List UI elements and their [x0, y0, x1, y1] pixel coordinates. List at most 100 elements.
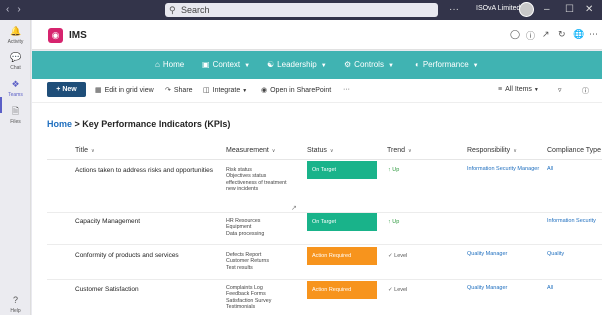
trend-level: ✓ Level: [388, 253, 408, 259]
org-name: ISOvA Limited: [476, 5, 521, 12]
column-header-compliance-type[interactable]: Compliance Type∨: [547, 147, 602, 154]
trend-level: ✓ Level: [388, 287, 408, 293]
chart-icon: ◐: [415, 60, 420, 69]
integrate-icon: ◫: [203, 87, 210, 94]
row-measurement: Defects Report Customer Returns Test res…: [226, 252, 269, 271]
file-icon: 🗎: [11, 106, 20, 116]
share-button[interactable]: ↷ Share: [165, 86, 193, 94]
row-title[interactable]: Actions taken to address risks and oppor…: [75, 167, 213, 174]
rail-item-chat[interactable]: 💬 Chat: [0, 52, 31, 71]
status-badge: Action Required: [307, 281, 377, 299]
nav-item-performance[interactable]: ◐ Performance ▼: [415, 60, 479, 69]
column-header-responsibility[interactable]: Responsibility ∨: [467, 147, 517, 154]
responsibility-link[interactable]: Quality Manager: [467, 251, 507, 257]
chevron-down-icon: ▼: [320, 63, 327, 69]
row-measurement: Complaints Log Feedback Forms Satisfacti…: [226, 285, 272, 311]
nav-item-controls[interactable]: ⚙ Controls ▼: [344, 60, 394, 69]
more-commands-icon[interactable]: ···: [343, 86, 350, 93]
handshake-icon: ☯: [267, 60, 275, 69]
chevron-down-icon: ▼: [242, 88, 248, 94]
compliance-link[interactable]: Quality: [547, 251, 564, 257]
search-placeholder: Search: [181, 5, 210, 15]
compliance-link[interactable]: All: [547, 285, 553, 291]
chevron-down-icon: ∨: [408, 148, 412, 154]
pop-out-icon[interactable]: ↗: [542, 29, 550, 40]
app-header: ◉ IMS ◯ ⓘ ↗ ↻ 🌐 ⋯: [32, 20, 602, 50]
back-forward-arrows[interactable]: ‹›: [6, 4, 29, 15]
chat-icon: 💬: [10, 52, 22, 62]
rail-item-help[interactable]: ? Help: [0, 295, 31, 314]
sharepoint-icon: ◉: [261, 87, 268, 94]
grid-icon: ▦: [95, 87, 102, 94]
column-header-title[interactable]: Title ∨: [75, 147, 95, 154]
page-title: Key Performance Indicators (KPIs): [82, 119, 231, 129]
new-button[interactable]: + New: [47, 82, 86, 97]
open-sharepoint-button[interactable]: ◉ Open in SharePoint: [261, 86, 331, 94]
info-icon[interactable]: ⓘ: [526, 29, 535, 42]
compliance-link[interactable]: All: [547, 166, 553, 172]
status-badge: Action Required: [307, 247, 377, 265]
view-selector[interactable]: ≡ All Items ▼: [498, 86, 539, 93]
row-title[interactable]: Conformity of products and services: [75, 252, 179, 259]
info-icon[interactable]: ⓘ: [582, 86, 589, 96]
integrate-button[interactable]: ◫ Integrate ▼: [203, 86, 247, 94]
more-options-icon[interactable]: ⋯: [589, 29, 598, 40]
cogs-icon: ⚙: [344, 60, 352, 69]
teams-icon: ❖: [11, 79, 20, 89]
row-divider: [47, 279, 602, 280]
breadcrumb: Home > Key Performance Indicators (KPIs): [47, 119, 231, 129]
app-rail: 🔔 Activity 💬 Chat ❖ Teams 🗎 Files ? Help: [0, 20, 31, 315]
refresh-icon[interactable]: ↻: [558, 29, 566, 40]
chevron-down-icon: ∨: [90, 148, 95, 154]
open-item-icon[interactable]: ↗: [291, 204, 297, 212]
chevron-down-icon: ∨: [513, 148, 517, 154]
command-bar: + New ▦ Edit in grid view ↷ Share ◫ Integra…: [32, 79, 602, 103]
close-icon[interactable]: ✕: [585, 4, 593, 15]
filter-icon[interactable]: ▿: [558, 86, 562, 94]
chat-bubble-icon[interactable]: ◯: [510, 29, 520, 40]
chevron-down-icon: ∨: [329, 148, 334, 154]
more-options-icon[interactable]: ···: [449, 4, 459, 15]
globe-icon[interactable]: 🌐: [573, 29, 584, 40]
compliance-link[interactable]: Information Security: [547, 218, 596, 224]
list-icon: ≡: [498, 86, 503, 93]
arrow-up-icon: ↑: [388, 219, 391, 225]
check-icon: ✓: [388, 287, 393, 293]
responsibility-link[interactable]: Quality Manager: [467, 285, 507, 291]
rail-item-files[interactable]: 🗎 Files: [0, 106, 31, 125]
column-header-trend[interactable]: Trend ∨: [387, 147, 412, 154]
minimize-icon[interactable]: –: [544, 4, 550, 15]
app-logo-icon: ◉: [48, 28, 63, 43]
column-header-measurement[interactable]: Measurement ∨: [226, 147, 275, 154]
chevron-down-icon: ∨: [271, 148, 276, 154]
status-badge: On Target: [307, 161, 377, 179]
app-title: IMS: [69, 30, 87, 41]
rail-item-activity[interactable]: 🔔 Activity: [0, 26, 31, 45]
share-icon: ↷: [165, 87, 171, 94]
row-measurement: Risk status Objectives status effectiven…: [226, 167, 287, 193]
chevron-down-icon: ▼: [533, 87, 539, 93]
nav-item-home[interactable]: ⌂ Home: [155, 60, 184, 69]
row-title[interactable]: Customer Satisfaction: [75, 286, 139, 293]
maximize-icon[interactable]: ☐: [565, 4, 574, 15]
nav-item-context[interactable]: ▣ Context ▼: [202, 60, 250, 69]
nav-item-leadership[interactable]: ☯ Leadership ▼: [267, 60, 327, 69]
responsibility-link[interactable]: Information Security Manager: [467, 166, 539, 172]
avatar[interactable]: [519, 2, 534, 17]
chevron-down-icon: ▼: [244, 63, 251, 69]
trend-up: ↑ Up: [388, 167, 400, 173]
row-measurement: HR Resources Equipment Data processing: [226, 218, 265, 237]
check-icon: ✓: [388, 253, 393, 259]
column-header-status[interactable]: Status ∨: [307, 147, 334, 154]
site-navigation: ⌂ Home ▣ Context ▼ ☯ Leadership ▼ ⚙ Controls ▼ …: [32, 51, 602, 79]
rail-item-teams[interactable]: ❖ Teams: [0, 79, 31, 98]
help-icon: ?: [12, 295, 18, 305]
breadcrumb-home-link[interactable]: Home: [47, 119, 72, 129]
status-badge: On Target: [307, 213, 377, 231]
chevron-down-icon: ▼: [387, 63, 394, 69]
trend-up: ↑ Up: [388, 219, 400, 225]
row-title[interactable]: Capacity Management: [75, 218, 140, 225]
edit-grid-button[interactable]: ▦ Edit in grid view: [95, 86, 154, 94]
search-input[interactable]: ⚲ Search: [165, 3, 438, 17]
sharepoint-site: ⌂ Home ▣ Context ▼ ☯ Leadership ▼ ⚙ Controls ▼ …: [32, 51, 602, 315]
